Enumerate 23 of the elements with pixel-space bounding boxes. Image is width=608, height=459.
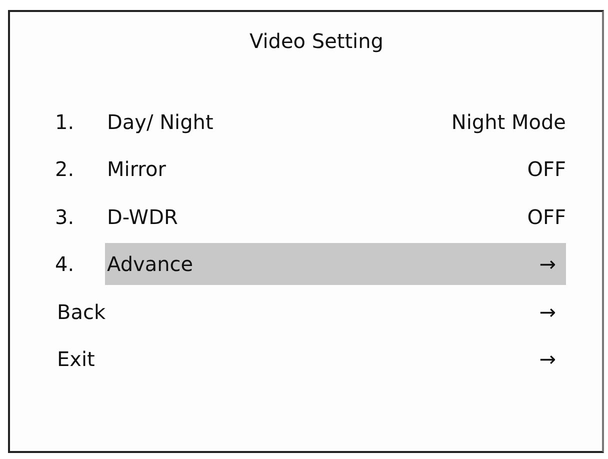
menu-item[interactable]: Exit →: [55, 338, 566, 380]
arrow-icon: →: [539, 252, 556, 276]
item-value: OFF: [527, 204, 566, 229]
arrow-icon: →: [539, 300, 556, 324]
item-value: OFF: [527, 157, 566, 182]
item-label: Back: [57, 300, 106, 324]
item-number: 2.: [55, 157, 76, 182]
item-number: 1.: [55, 110, 76, 134]
item-label: Day/ Night: [107, 110, 214, 134]
arrow-icon: →: [539, 347, 556, 372]
item-label: Mirror: [107, 157, 166, 182]
menu-title: Video Setting: [248, 28, 384, 55]
item-number: 3.: [55, 204, 76, 229]
item-label: Advance: [107, 252, 194, 276]
menu-item[interactable]: Back →: [55, 290, 566, 333]
item-value: Night Mode: [451, 110, 566, 134]
item-label: D-WDR: [107, 204, 178, 229]
menu-item[interactable]: D-WDR OFF: [105, 196, 566, 238]
item-number: 4.: [55, 252, 76, 276]
menu-item[interactable]: Mirror OFF: [105, 148, 566, 190]
menu-item[interactable]: Day/ Night Night Mode: [105, 100, 566, 143]
item-label: Exit: [57, 347, 95, 372]
menu-item[interactable]: Advance →: [105, 243, 566, 286]
